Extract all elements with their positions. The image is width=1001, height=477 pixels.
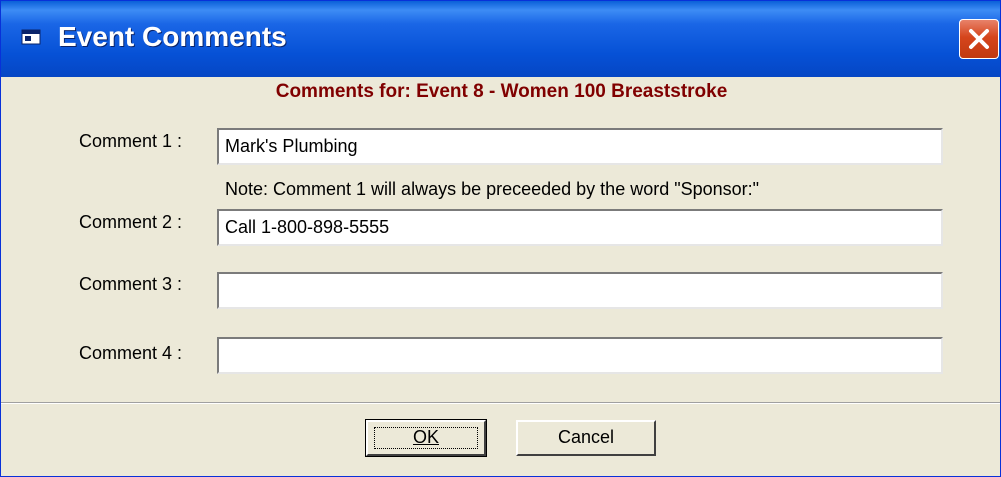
- comment-4-input[interactable]: [217, 337, 943, 374]
- cancel-button-label: Cancel: [557, 427, 615, 447]
- cancel-button[interactable]: Cancel: [516, 420, 656, 456]
- event-heading: Comments for: Event 8 - Women 100 Breast…: [275, 81, 728, 102]
- comment-2-label: Comment 2 :: [79, 212, 183, 232]
- button-bar-separator-highlight: [1, 403, 1000, 404]
- title-bar[interactable]: Event Comments: [1, 1, 1000, 77]
- comment-1-input[interactable]: Mark's Plumbing: [217, 128, 943, 165]
- comment-2-input[interactable]: Call 1-800-898-5555: [217, 209, 943, 246]
- sponsor-note: Note: Comment 1 will always be preceeded…: [225, 179, 760, 199]
- window-app-icon: [21, 29, 41, 45]
- comment-3-input[interactable]: [217, 272, 943, 309]
- event-comments-dialog: Event Comments Comments for: Event 8 - W…: [0, 0, 1001, 477]
- comment-3-label: Comment 3 :: [79, 274, 183, 294]
- comment-4-label: Comment 4 :: [79, 343, 183, 363]
- comment-1-label: Comment 1 :: [79, 131, 183, 151]
- focus-rectangle: [374, 427, 478, 449]
- window-title: Event Comments: [58, 21, 287, 52]
- ok-button[interactable]: OK: [365, 419, 487, 457]
- close-button[interactable]: [959, 19, 999, 59]
